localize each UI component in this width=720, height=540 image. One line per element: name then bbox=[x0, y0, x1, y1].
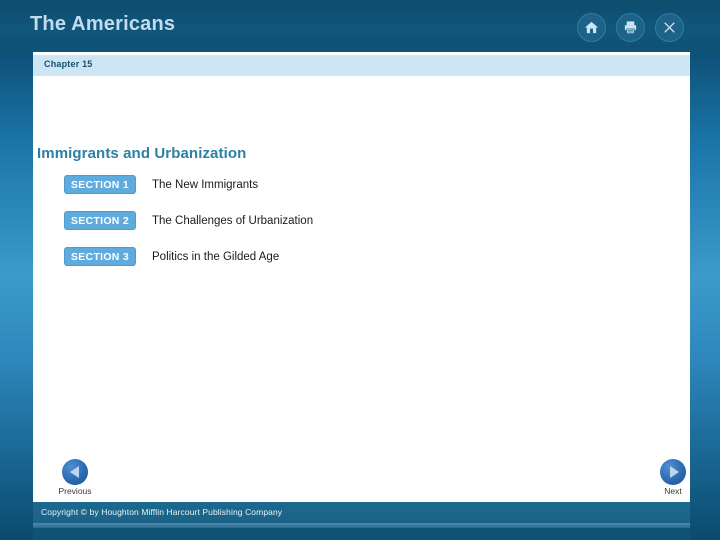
section-title-3[interactable]: Politics in the Gilded Age bbox=[152, 251, 279, 263]
slide-content-page: Chapter 15 Immigrants and Urbanization S… bbox=[33, 52, 690, 502]
page-title: Immigrants and Urbanization bbox=[37, 145, 247, 162]
list-item[interactable]: SECTION 3 Politics in the Gilded Age bbox=[64, 247, 624, 266]
section-badge-2[interactable]: SECTION 2 bbox=[64, 211, 136, 230]
app-title: The Americans bbox=[30, 13, 176, 35]
chapter-bar: Chapter 15 bbox=[33, 55, 690, 76]
copyright-bar: Copyright © by Houghton Mifflin Harcourt… bbox=[33, 502, 690, 523]
triangle-left-icon bbox=[69, 466, 79, 478]
home-icon[interactable] bbox=[577, 13, 606, 42]
header-icon-group bbox=[577, 13, 684, 42]
close-icon[interactable] bbox=[655, 13, 684, 42]
section-badge-1[interactable]: SECTION 1 bbox=[64, 175, 136, 194]
triangle-right-icon bbox=[669, 466, 679, 478]
left-accent-strip bbox=[0, 52, 33, 540]
section-badge-3[interactable]: SECTION 3 bbox=[64, 247, 136, 266]
section-title-2[interactable]: The Challenges of Urbanization bbox=[152, 215, 313, 227]
list-item[interactable]: SECTION 2 The Challenges of Urbanization bbox=[64, 211, 624, 230]
previous-button[interactable]: Previous bbox=[49, 459, 101, 496]
next-arrow-icon bbox=[660, 459, 686, 485]
list-item[interactable]: SECTION 1 The New Immigrants bbox=[64, 175, 624, 194]
previous-arrow-icon bbox=[62, 459, 88, 485]
copyright-text: Copyright © by Houghton Mifflin Harcourt… bbox=[41, 507, 283, 517]
print-icon[interactable] bbox=[616, 13, 645, 42]
next-button[interactable]: Next bbox=[647, 459, 699, 496]
bottom-sheen bbox=[33, 523, 690, 528]
next-label: Next bbox=[664, 486, 682, 496]
section-title-1[interactable]: The New Immigrants bbox=[152, 179, 258, 191]
slide-root: The Americans Chapter 15 Immigrants and … bbox=[0, 0, 720, 540]
app-header: The Americans bbox=[0, 0, 720, 52]
chapter-label: Chapter 15 bbox=[44, 59, 93, 69]
previous-label: Previous bbox=[58, 486, 92, 496]
section-list: SECTION 1 The New Immigrants SECTION 2 T… bbox=[64, 175, 624, 283]
